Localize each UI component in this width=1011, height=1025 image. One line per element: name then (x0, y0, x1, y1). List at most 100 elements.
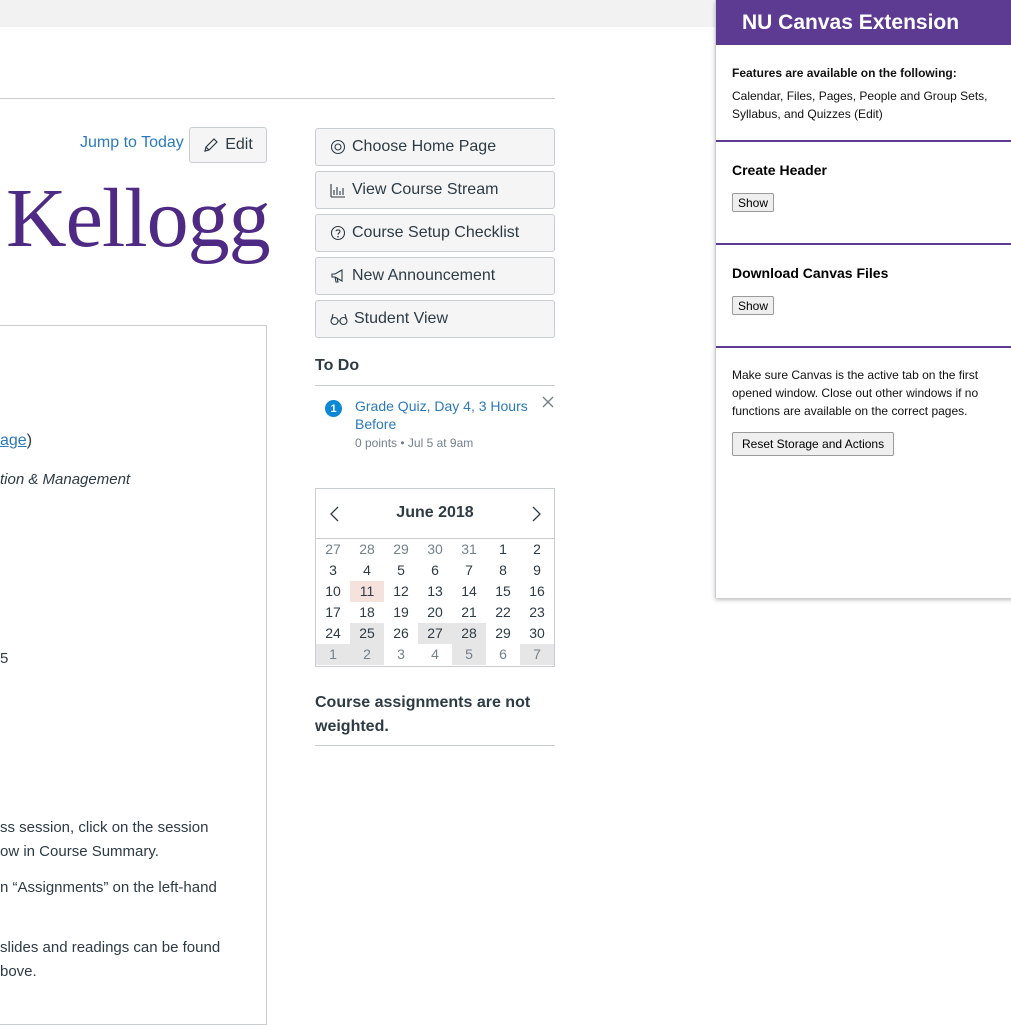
course-banner-logo: Kellogg (6, 172, 271, 265)
view-course-stream-button[interactable]: View Course Stream (315, 171, 555, 209)
calendar-week: 3 4 5 6 7 8 9 (316, 560, 554, 581)
calendar-day-with-event[interactable]: 2 (350, 644, 384, 665)
calendar-day[interactable]: 22 (486, 602, 520, 623)
megaphone-icon (331, 269, 343, 283)
calendar-day[interactable]: 3 (316, 560, 350, 581)
calendar-day-today[interactable]: 11 (350, 581, 384, 602)
calendar-grid: 27 28 29 30 31 1 2 3 4 5 6 7 8 9 10 11 1… (316, 539, 554, 665)
calendar-day-with-event[interactable]: 27 (418, 623, 452, 644)
extension-title: NU Canvas Extension (716, 0, 1011, 45)
home-page-link[interactable]: age (0, 432, 27, 449)
mini-calendar: June 2018 27 28 29 30 31 1 2 3 4 5 6 7 8… (315, 488, 555, 667)
edit-button-label: Edit (225, 136, 253, 153)
calendar-day[interactable]: 16 (520, 581, 554, 602)
target-icon (330, 139, 346, 155)
calendar-day[interactable]: 7 (452, 560, 486, 581)
download-files-heading: Download Canvas Files (732, 265, 889, 281)
course-number-fragment: 5 (0, 650, 9, 667)
calendar-day[interactable]: 4 (418, 644, 452, 665)
calendar-day[interactable]: 8 (486, 560, 520, 581)
close-icon[interactable] (540, 394, 556, 410)
calendar-day[interactable]: 13 (418, 581, 452, 602)
calendar-day[interactable]: 29 (486, 623, 520, 644)
calendar-day[interactable]: 20 (418, 602, 452, 623)
todo-divider (315, 385, 555, 386)
create-header-show-button[interactable]: Show (732, 193, 775, 212)
calendar-day[interactable]: 6 (418, 560, 452, 581)
course-text-line: slides and readings can be found (0, 939, 221, 956)
calendar-day[interactable]: 6 (486, 644, 520, 665)
course-setup-checklist-button[interactable]: Course Setup Checklist (315, 214, 555, 252)
calendar-day[interactable]: 29 (384, 539, 418, 560)
question-icon (330, 225, 346, 241)
section-divider (716, 140, 1011, 142)
calendar-day[interactable]: 2 (520, 539, 554, 560)
student-view-button[interactable]: Student View (315, 300, 555, 338)
calendar-day[interactable]: 9 (520, 560, 554, 581)
calendar-week: 1 2 3 4 5 6 7 (316, 644, 554, 665)
weight-divider (315, 745, 555, 746)
choose-home-page-button[interactable]: Choose Home Page (315, 128, 555, 166)
new-announcement-label: New Announcement (352, 267, 496, 284)
calendar-week: 10 11 12 13 14 15 16 (316, 581, 554, 602)
calendar-day[interactable]: 28 (350, 539, 384, 560)
calendar-day-with-event[interactable]: 7 (520, 644, 554, 665)
calendar-day-with-event[interactable]: 25 (350, 623, 384, 644)
choose-home-page-label: Choose Home Page (352, 138, 497, 155)
calendar-day[interactable]: 19 (384, 602, 418, 623)
calendar-header: June 2018 (316, 489, 554, 539)
new-announcement-button[interactable]: New Announcement (315, 257, 555, 295)
calendar-day[interactable]: 17 (316, 602, 350, 623)
course-setup-checklist-label: Course Setup Checklist (352, 224, 520, 241)
course-text-line: bove. (0, 963, 37, 980)
create-header-heading: Create Header (732, 162, 827, 178)
calendar-day[interactable]: 18 (350, 602, 384, 623)
edit-button[interactable]: Edit (189, 127, 267, 163)
section-divider (716, 243, 1011, 245)
calendar-day[interactable]: 24 (316, 623, 350, 644)
assignment-weight-note: Course assignments are not weighted. (315, 694, 531, 735)
calendar-day[interactable]: 26 (384, 623, 418, 644)
student-view-label: Student View (354, 310, 448, 327)
calendar-day[interactable]: 4 (350, 560, 384, 581)
calendar-day[interactable]: 14 (452, 581, 486, 602)
section-divider (716, 346, 1011, 348)
extension-note: Make sure Canvas is the active tab on th… (732, 368, 979, 418)
calendar-day-with-event[interactable]: 28 (452, 623, 486, 644)
features-heading: Features are available on the following: (732, 66, 957, 80)
course-text-line: ow in Course Summary. (0, 843, 159, 860)
course-content-panel (0, 325, 267, 1025)
calendar-day[interactable]: 1 (486, 539, 520, 560)
calendar-day[interactable]: 15 (486, 581, 520, 602)
chevron-right-icon[interactable] (527, 504, 545, 524)
calendar-day[interactable]: 5 (384, 560, 418, 581)
calendar-week: 24 25 26 27 28 29 30 (316, 623, 554, 644)
features-list: Calendar, Files, Pages, People and Group… (732, 89, 988, 121)
header-divider (0, 98, 555, 99)
calendar-day[interactable]: 30 (520, 623, 554, 644)
reset-storage-button[interactable]: Reset Storage and Actions (732, 432, 895, 456)
calendar-day[interactable]: 23 (520, 602, 554, 623)
course-body-link-line: age) (0, 429, 32, 453)
calendar-day[interactable]: 30 (418, 539, 452, 560)
todo-item-meta: 0 points • Jul 5 at 9am (355, 436, 474, 450)
calendar-day-with-event[interactable]: 5 (452, 644, 486, 665)
extension-popup: NU Canvas Extension Features are availab… (715, 0, 1011, 598)
todo-heading: To Do (315, 357, 360, 374)
calendar-day[interactable]: 10 (316, 581, 350, 602)
download-files-show-button[interactable]: Show (732, 296, 775, 315)
course-subtitle-fragment: tion & Management (0, 471, 131, 488)
calendar-day[interactable]: 12 (384, 581, 418, 602)
todo-item-link[interactable]: Grade Quiz, Day 4, 3 Hours Before (355, 397, 535, 433)
jump-to-today-link[interactable]: Jump to Today (80, 134, 184, 152)
calendar-day[interactable]: 3 (384, 644, 418, 665)
calendar-month-label: June 2018 (396, 504, 474, 521)
calendar-day[interactable]: 21 (452, 602, 486, 623)
course-text-line: n “Assignments” on the left-hand (0, 879, 217, 896)
calendar-week: 27 28 29 30 31 1 2 (316, 539, 554, 560)
calendar-day[interactable]: 27 (316, 539, 350, 560)
calendar-week: 17 18 19 20 21 22 23 (316, 602, 554, 623)
calendar-day-with-event[interactable]: 1 (316, 644, 350, 665)
pencil-icon (204, 138, 219, 152)
calendar-day[interactable]: 31 (452, 539, 486, 560)
